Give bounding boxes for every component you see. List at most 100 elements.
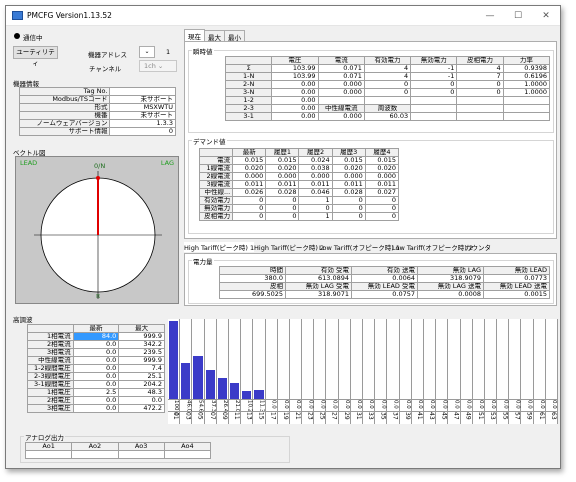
harmonic-cell[interactable]: 0.0 (118, 396, 165, 405)
table-row[interactable]: 3相電圧 0.0 472.2 (27, 404, 165, 413)
demand-cell: 0.026 (232, 188, 267, 197)
harmonic-column: 26.4 09 (216, 319, 229, 424)
energy-label: 皮相 (219, 282, 286, 291)
device-info-key: 形式 (18, 103, 111, 112)
demand-cell: 0.000 (232, 172, 267, 181)
minimize-button[interactable]: — (476, 6, 504, 26)
tariff-tab[interactable]: Low Tariff(オフピーク時) 1 (319, 242, 400, 252)
harmonic-cell[interactable]: 0.0 (72, 396, 120, 405)
tab-min[interactable]: 最小 (224, 30, 245, 42)
harmonic-column: 0.0 29 (338, 319, 351, 424)
energy-value: 0.0064 (351, 274, 418, 283)
harmonic-bar (254, 390, 264, 399)
harmonic-column: 0.0 35 (375, 319, 388, 424)
harmonic-column: 0.0 63 (545, 319, 558, 424)
harmonic-cell[interactable]: 0.0 (72, 372, 120, 381)
utility-button[interactable]: ユーティリティ (13, 46, 58, 67)
table-row[interactable]: 3相電流 0.0 239.5 (27, 348, 165, 357)
harmonic-cell[interactable]: 472.2 (118, 404, 165, 413)
harmonic-cell[interactable]: 0.0 (72, 356, 120, 365)
harmonic-cell[interactable]: 2.5 (72, 388, 120, 397)
harmonic-cell[interactable]: 0.0 (72, 348, 120, 357)
harmonic-cell[interactable]: 0.0 (72, 380, 120, 389)
zero-label: 0/N (94, 162, 106, 170)
device-info-key: Tag No. (18, 87, 111, 96)
harmonic-order-label: 09 (220, 412, 228, 420)
harmonic-value-label: 0.0 (538, 400, 545, 409)
energy-value: 613.0894 (285, 274, 352, 283)
harmonic-cell[interactable]: 0.0 (72, 404, 120, 413)
channel-select[interactable]: 1ch ⌄ (139, 60, 177, 72)
analog-output-group: アナログ出力 Ao1 Ao2 Ao3 Ao4 (20, 432, 290, 463)
harmonic-cell[interactable]: 239.5 (118, 348, 165, 357)
table-row: 有効電力 0 0 1 0 0 (198, 196, 400, 205)
table-row[interactable]: 3-1線間電圧 0.0 204.2 (27, 380, 165, 389)
harmonic-value-label: 0.0 (526, 400, 533, 409)
table-row[interactable]: 2相電流 0.0 342.2 (27, 340, 165, 349)
harmonic-column: 11.3 15 (253, 319, 266, 424)
close-button[interactable]: ✕ (532, 6, 560, 26)
instant-cell: 0.00 (271, 96, 319, 105)
table-row: 時間 有効 受電 有効 送電 無効 LAG 無効 LEAD (219, 266, 550, 275)
harmonic-chart: 100.0 01 46.0 03 54.6 05 37.3 07 26.4 09 21.0 11 10.… (168, 319, 558, 424)
harmonic-row-label: 1-2線間電圧 (27, 364, 74, 373)
demand-cell: 0.020 (331, 164, 366, 173)
harmonic-cell[interactable]: 25.1 (118, 372, 165, 381)
harmonic-title: 高調波 (13, 316, 33, 324)
address-value[interactable]: 1 (166, 48, 170, 56)
table-row[interactable]: 1相電圧 2.5 48.3 (27, 388, 165, 397)
demand-cell: 0.028 (265, 188, 300, 197)
instant-row-label: 3-1 (224, 112, 273, 121)
harmonic-order-label: 35 (379, 412, 387, 420)
harmonic-bar (242, 391, 252, 399)
table-row[interactable]: 2-3線間電圧 0.0 25.1 (27, 372, 165, 381)
harmonic-row-label: 3-1線間電圧 (27, 380, 74, 389)
instant-table: 電圧 電流 有効電力 無効電力 皮相電力 力率 Σ 103.99 0.071 4 -1 4 0.9398… (224, 56, 551, 121)
energy-label: 有効 送電 (351, 266, 418, 275)
table-row[interactable]: 1-2線間電圧 0.0 7.4 (27, 364, 165, 373)
table-row[interactable]: 2相電圧 0.0 0.0 (27, 396, 165, 405)
harmonic-cell[interactable]: 7.4 (118, 364, 165, 373)
maximize-button[interactable]: ☐ (504, 6, 532, 26)
tariff-tab[interactable]: Low Tariff(オフピーク時) 2 (392, 242, 473, 252)
table-row: 2-3 0.00 中性線電流 周波数 (224, 104, 551, 113)
connection-status: 通信中 (23, 34, 43, 42)
energy-value: 318.9071 (285, 290, 352, 299)
tab-max[interactable]: 最大 (204, 30, 225, 42)
demand-cell: 0 (331, 196, 366, 205)
demand-header: 最新 (232, 148, 267, 157)
address-dropdown-icon[interactable]: ⌄ (139, 46, 155, 58)
harmonic-header (27, 324, 74, 333)
harmonic-cell[interactable]: 0.0 (72, 364, 120, 373)
table-row[interactable]: 中性線電流 0.0 999.9 (27, 356, 165, 365)
harmonic-order-label: 01 (172, 412, 180, 420)
harmonic-cell[interactable]: 48.3 (118, 388, 165, 397)
tariff-tab[interactable]: High Tariff(ピーク時) 1 (184, 242, 255, 252)
instant-cell: 60.03 (363, 112, 412, 121)
analog-header: Ao2 (71, 442, 119, 451)
harmonic-cell[interactable]: 0.0 (72, 340, 120, 349)
tariff-tab[interactable]: High Tariff(ピーク時) 2 (254, 242, 324, 252)
harmonic-column: 10.2 13 (241, 319, 254, 424)
table-row: サポート情報 0 (18, 127, 176, 136)
harmonic-cell[interactable]: 204.2 (118, 380, 165, 389)
harmonic-cell[interactable]: 84.0 (72, 332, 120, 341)
instant-cell: 0 (410, 88, 458, 97)
tariff-tab[interactable]: カウンタ (465, 242, 491, 252)
harmonic-order-label: 29 (342, 412, 350, 420)
table-row: Tag No. (18, 87, 176, 96)
table-row: 3-N 0.00 0.000 0 0 0 1.0000 (224, 88, 551, 97)
instant-cell: 0.000 (317, 112, 365, 121)
tab-current[interactable]: 現在 (184, 29, 205, 41)
demand-cell: 0 (331, 204, 366, 213)
harmonic-cell[interactable]: 999.9 (118, 332, 165, 341)
table-row: 形式 MSXWTU (18, 103, 176, 112)
table-row: 1線電流 0.020 0.020 0.038 0.020 0.020 (198, 164, 400, 173)
energy-value: 318.9079 (417, 274, 484, 283)
harmonic-cell[interactable]: 342.2 (118, 340, 165, 349)
instant-header: 無効電力 (410, 56, 458, 65)
table-row: Modbus/TSコード 未サポート (18, 95, 176, 104)
harmonic-column: 0.0 43 (423, 319, 437, 424)
harmonic-cell[interactable]: 999.9 (118, 356, 165, 365)
table-row[interactable]: 1相電流 84.0 999.9 (27, 332, 165, 341)
